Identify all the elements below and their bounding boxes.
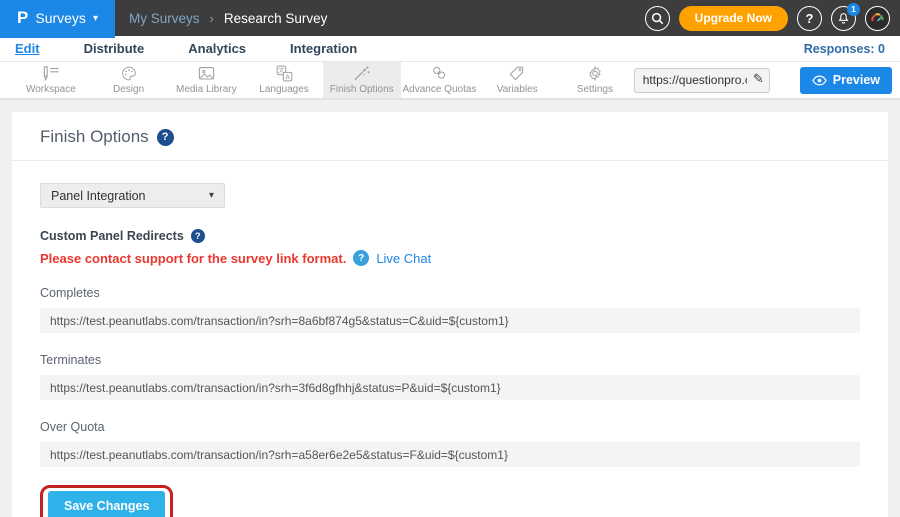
finish-options-wand-icon bbox=[352, 65, 371, 82]
design-palette-icon bbox=[120, 65, 138, 82]
save-changes-button[interactable]: Save Changes bbox=[48, 491, 165, 517]
settings-gear-icon bbox=[586, 65, 604, 82]
notifications-button[interactable]: 1 bbox=[831, 6, 856, 31]
toolbar-item-variables[interactable]: Variables bbox=[478, 62, 556, 98]
preview-label: Preview bbox=[833, 73, 880, 87]
help-button[interactable]: ? bbox=[797, 6, 822, 31]
tab-distribute[interactable]: Distribute bbox=[84, 41, 145, 56]
survey-url-wrap: ✎ bbox=[634, 68, 770, 93]
toolbar-label: Design bbox=[113, 84, 144, 95]
toolbar-item-settings[interactable]: Settings bbox=[556, 62, 634, 98]
svg-text:A: A bbox=[285, 73, 290, 81]
top-header: P Surveys ▾ My Surveys › Research Survey… bbox=[0, 0, 900, 36]
edit-pencil-icon[interactable]: ✎ bbox=[753, 71, 764, 87]
product-name: Surveys bbox=[35, 10, 86, 26]
custom-panel-redirects-row: Custom Panel Redirects ? bbox=[40, 229, 860, 243]
toolbar-right: ✎ Preview bbox=[634, 62, 900, 98]
red-highlight-annotation: Save Changes bbox=[40, 485, 173, 517]
toolbar-item-advance-quotas[interactable]: Advance Quotas bbox=[401, 62, 479, 98]
toolbar-item-finish-options[interactable]: Finish Options bbox=[323, 62, 401, 98]
support-warning-row: Please contact support for the survey li… bbox=[40, 250, 860, 266]
toolbar-item-languages[interactable]: 文 A Languages bbox=[245, 62, 323, 98]
over-quota-field-group: Over Quota bbox=[40, 420, 860, 467]
search-icon bbox=[651, 12, 664, 25]
breadcrumb-my-surveys[interactable]: My Surveys bbox=[129, 11, 200, 26]
user-avatar[interactable] bbox=[865, 6, 890, 31]
preview-button[interactable]: Preview bbox=[800, 67, 892, 94]
terminates-url-input[interactable] bbox=[40, 375, 860, 400]
tab-edit[interactable]: Edit bbox=[15, 41, 40, 56]
completes-label: Completes bbox=[40, 286, 860, 300]
notification-badge: 1 bbox=[847, 3, 860, 16]
panel-body: Panel Integration ▾ Custom Panel Redirec… bbox=[12, 161, 888, 517]
support-warning-text: Please contact support for the survey li… bbox=[40, 251, 346, 266]
search-button[interactable] bbox=[645, 6, 670, 31]
finish-options-help-icon[interactable]: ? bbox=[157, 129, 174, 146]
page-title: Finish Options bbox=[40, 127, 149, 147]
toolbar-label: Languages bbox=[259, 84, 309, 95]
survey-url-input[interactable] bbox=[634, 68, 770, 93]
product-switcher[interactable]: P Surveys ▾ bbox=[0, 0, 115, 36]
custom-panel-redirects-label: Custom Panel Redirects bbox=[40, 229, 184, 243]
toolbar-label: Settings bbox=[577, 84, 613, 95]
over-quota-url-input[interactable] bbox=[40, 442, 860, 467]
toolbar-item-media-library[interactable]: Media Library bbox=[167, 62, 245, 98]
toolbar-label: Variables bbox=[497, 84, 538, 95]
custom-panel-redirects-help-icon[interactable]: ? bbox=[191, 229, 205, 243]
avatar-gauge-icon bbox=[869, 10, 886, 27]
tab-integration[interactable]: Integration bbox=[290, 41, 357, 56]
toolbar-label: Media Library bbox=[176, 84, 237, 95]
workspace-icon bbox=[41, 65, 61, 82]
finish-option-type-dropdown[interactable]: Panel Integration ▾ bbox=[40, 183, 225, 208]
dropdown-selected-value: Panel Integration bbox=[51, 189, 146, 203]
media-library-icon bbox=[197, 65, 216, 82]
upgrade-now-button[interactable]: Upgrade Now bbox=[679, 6, 788, 31]
advance-quotas-link-icon bbox=[430, 65, 449, 82]
terminates-label: Terminates bbox=[40, 353, 860, 367]
live-chat-help-icon[interactable]: ? bbox=[353, 250, 369, 266]
over-quota-label: Over Quota bbox=[40, 420, 860, 434]
live-chat-link[interactable]: Live Chat bbox=[376, 251, 431, 266]
finish-options-panel: Finish Options ? Panel Integration ▾ Cus… bbox=[12, 112, 888, 517]
toolbar-item-design[interactable]: Design bbox=[90, 62, 168, 98]
completes-url-input[interactable] bbox=[40, 308, 860, 333]
toolbar-label: Workspace bbox=[26, 84, 76, 95]
header-actions: Upgrade Now ? 1 bbox=[645, 6, 900, 31]
panel-header: Finish Options ? bbox=[12, 112, 888, 161]
tab-analytics[interactable]: Analytics bbox=[188, 41, 246, 56]
toolbar-label: Finish Options bbox=[330, 84, 394, 95]
languages-icon: 文 A bbox=[275, 65, 294, 82]
responses-count[interactable]: Responses: 0 bbox=[804, 42, 885, 56]
edit-toolbar: Workspace Design Media Library 文 A Langu… bbox=[0, 62, 900, 100]
breadcrumb-separator: › bbox=[210, 11, 214, 26]
breadcrumb: My Surveys › Research Survey bbox=[129, 11, 327, 26]
completes-field-group: Completes bbox=[40, 286, 860, 333]
eye-icon bbox=[812, 75, 827, 86]
toolbar-label: Advance Quotas bbox=[402, 84, 476, 95]
section-nav: Edit Distribute Analytics Integration Re… bbox=[0, 36, 900, 62]
toolbar-item-workspace[interactable]: Workspace bbox=[12, 62, 90, 98]
chevron-down-icon: ▾ bbox=[93, 13, 98, 24]
variables-tag-icon bbox=[508, 65, 526, 82]
terminates-field-group: Terminates bbox=[40, 353, 860, 400]
chevron-down-icon: ▾ bbox=[209, 190, 214, 201]
questionpro-logo: P bbox=[17, 8, 28, 28]
question-mark-icon: ? bbox=[806, 11, 814, 26]
breadcrumb-current-survey: Research Survey bbox=[224, 11, 328, 26]
